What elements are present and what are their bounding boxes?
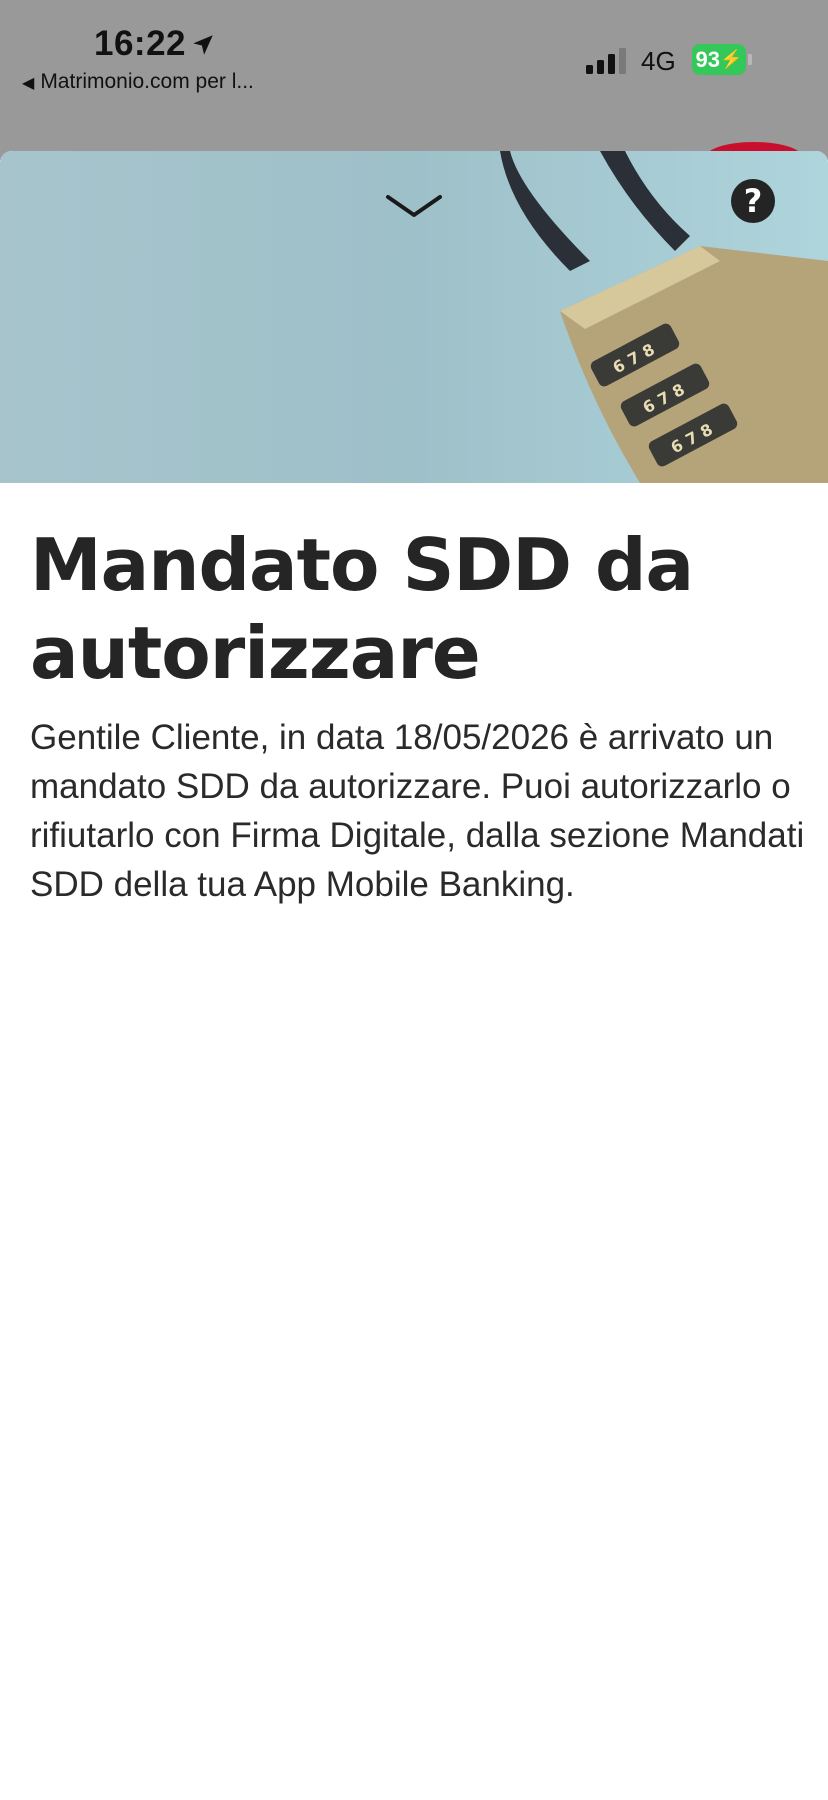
page-title: Mandato SDD da autorizzare — [30, 523, 694, 695]
back-app-label: Matrimonio.com per l... — [40, 70, 254, 93]
notification-message: Gentile Cliente, in data 18/05/2026 è ar… — [30, 718, 805, 904]
back-arrow-icon: ◀ — [22, 75, 35, 92]
back-to-app-link[interactable]: ◀ Matrimonio.com per l... — [22, 70, 254, 94]
notification-sheet: 6 7 8 6 7 8 6 7 8 ? Mandato SDD da autor… — [0, 151, 828, 1800]
signal-bars-icon — [586, 48, 626, 74]
battery-level: 93 — [695, 46, 721, 72]
hero-image: 6 7 8 6 7 8 6 7 8 ? — [0, 151, 828, 483]
question-icon[interactable]: ? — [731, 179, 775, 223]
network-type: 4G — [641, 46, 676, 76]
charging-bolt-icon: ⚡ — [720, 49, 743, 69]
location-arrow-icon — [193, 35, 213, 55]
chevron-down-icon[interactable] — [384, 191, 444, 221]
battery-charging-icon: 93 ⚡ — [692, 44, 746, 75]
battery-cap — [748, 54, 752, 65]
status-bar: 16:22 ◀ Matrimonio.com per l... 4G 93 ⚡ — [0, 0, 828, 172]
status-time: 16:22 — [94, 24, 187, 63]
